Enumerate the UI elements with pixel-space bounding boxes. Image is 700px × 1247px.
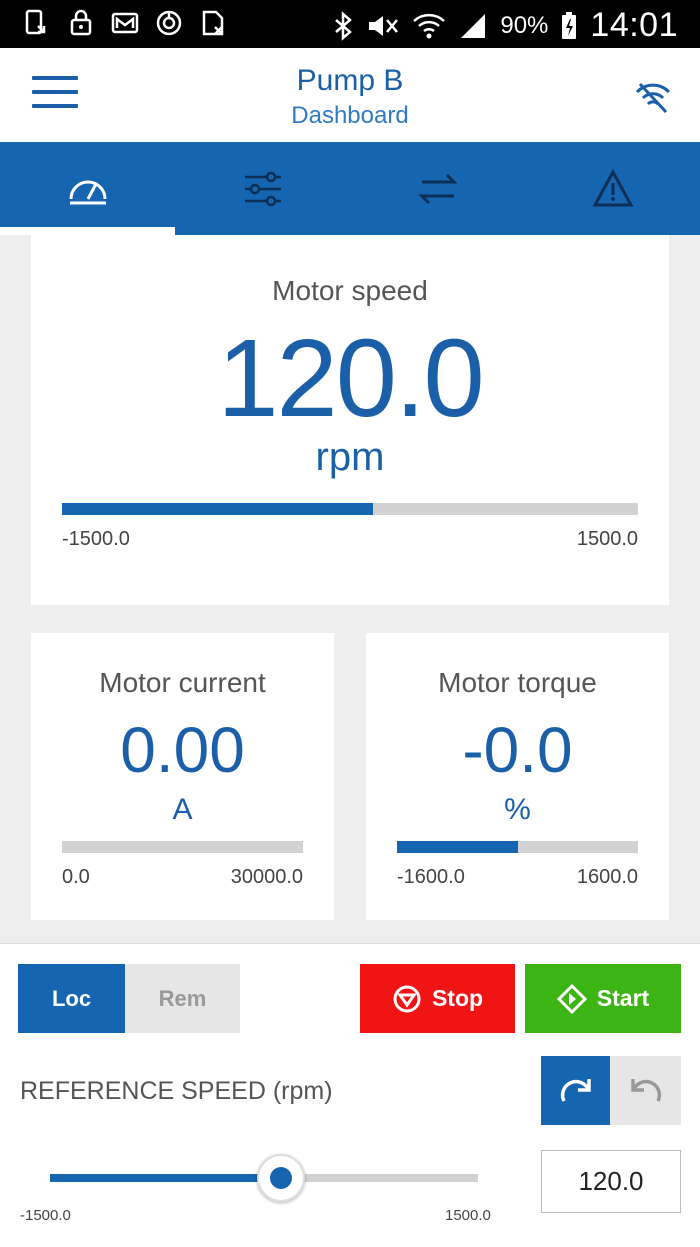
range-max: 1600.0 bbox=[576, 866, 638, 888]
bluetooth-icon bbox=[335, 10, 353, 41]
metric-unit: A bbox=[172, 793, 193, 826]
motor-speed-card: Motor speed 120.0 rpm -1500.0 1500.0 bbox=[31, 235, 669, 605]
status-bar: 90% 14:01 bbox=[0, 0, 700, 48]
metric-unit: rpm bbox=[315, 435, 385, 479]
metric-value: 0.00 bbox=[120, 714, 245, 786]
download-icon bbox=[25, 9, 46, 35]
connection-off-icon[interactable] bbox=[634, 78, 672, 116]
metric-value: -0.0 bbox=[462, 714, 573, 786]
clock: 14:01 bbox=[590, 6, 678, 44]
range-max: 30000.0 bbox=[230, 866, 303, 888]
slider-max: 1500.0 bbox=[445, 1207, 491, 1224]
app-bar: Pump B Dashboard bbox=[0, 48, 700, 142]
slider-thumb[interactable] bbox=[257, 1154, 306, 1202]
sync-icon bbox=[156, 10, 182, 36]
tab-alarms[interactable] bbox=[525, 142, 700, 235]
metric-label: Motor current bbox=[99, 667, 266, 698]
motor-torque-card: Motor torque -0.0 % -1600.0 1600.0 bbox=[366, 633, 669, 920]
reverse-direction-button[interactable] bbox=[610, 1056, 681, 1125]
range-max: 1500.0 bbox=[576, 528, 638, 550]
battery-percent: 90% bbox=[500, 11, 549, 39]
reference-speed-slider[interactable] bbox=[50, 1154, 478, 1202]
local-mode-button[interactable]: Loc bbox=[18, 964, 125, 1033]
tab-bar bbox=[0, 142, 700, 235]
metric-label: Motor torque bbox=[438, 667, 597, 698]
slider-fill bbox=[50, 1174, 282, 1182]
metric-unit: % bbox=[504, 793, 531, 826]
mute-icon bbox=[369, 15, 399, 36]
stop-icon bbox=[393, 985, 421, 1012]
remote-mode-button[interactable]: Rem bbox=[125, 964, 240, 1033]
metric-value: 120.0 bbox=[217, 317, 484, 440]
sliders-icon bbox=[244, 171, 281, 206]
system-status: 90% 14:01 bbox=[332, 6, 678, 45]
forward-direction-button[interactable] bbox=[541, 1056, 610, 1125]
start-label: Start bbox=[596, 985, 650, 1011]
tab-dashboard[interactable] bbox=[0, 142, 175, 235]
start-icon bbox=[556, 983, 587, 1014]
rotate-counterclockwise-icon bbox=[630, 1078, 661, 1102]
start-button[interactable]: Start bbox=[525, 964, 681, 1033]
sim-icon bbox=[202, 10, 224, 36]
page-subtitle: Dashboard bbox=[291, 102, 409, 129]
range-min: -1600.0 bbox=[397, 866, 465, 888]
speed-bar bbox=[62, 503, 638, 515]
stop-button[interactable]: Stop bbox=[360, 964, 515, 1033]
range-min: -1500.0 bbox=[62, 528, 130, 550]
torque-bar bbox=[397, 841, 638, 853]
swap-arrows-icon bbox=[417, 173, 458, 204]
motor-current-card: Motor current 0.00 A 0.0 30000.0 bbox=[31, 633, 334, 920]
current-bar bbox=[62, 841, 303, 853]
range-min: 0.0 bbox=[62, 866, 90, 888]
speedometer-icon bbox=[69, 180, 106, 204]
reference-speed-input[interactable] bbox=[541, 1150, 681, 1213]
page-title: Pump B bbox=[296, 64, 404, 97]
warning-icon bbox=[591, 168, 634, 206]
tab-transfer[interactable] bbox=[350, 142, 525, 235]
tab-parameters[interactable] bbox=[175, 142, 350, 235]
rotate-clockwise-icon bbox=[560, 1078, 591, 1102]
reference-speed-label: REFERENCE SPEED (rpm) bbox=[20, 1077, 333, 1105]
slider-min: -1500.0 bbox=[20, 1207, 71, 1224]
lock-icon bbox=[70, 9, 92, 36]
signal-icon bbox=[461, 13, 486, 38]
torque-bar-fill bbox=[397, 841, 518, 853]
wifi-icon bbox=[413, 13, 446, 38]
mail-icon bbox=[111, 12, 139, 34]
notification-icons bbox=[22, 8, 228, 38]
stop-label: Stop bbox=[431, 985, 484, 1011]
control-panel: Loc Rem Stop Start REFERENCE SPEED (rpm)… bbox=[0, 943, 700, 1247]
speed-bar-fill bbox=[62, 503, 374, 515]
battery-icon bbox=[562, 11, 577, 39]
metric-label: Motor speed bbox=[272, 275, 428, 306]
